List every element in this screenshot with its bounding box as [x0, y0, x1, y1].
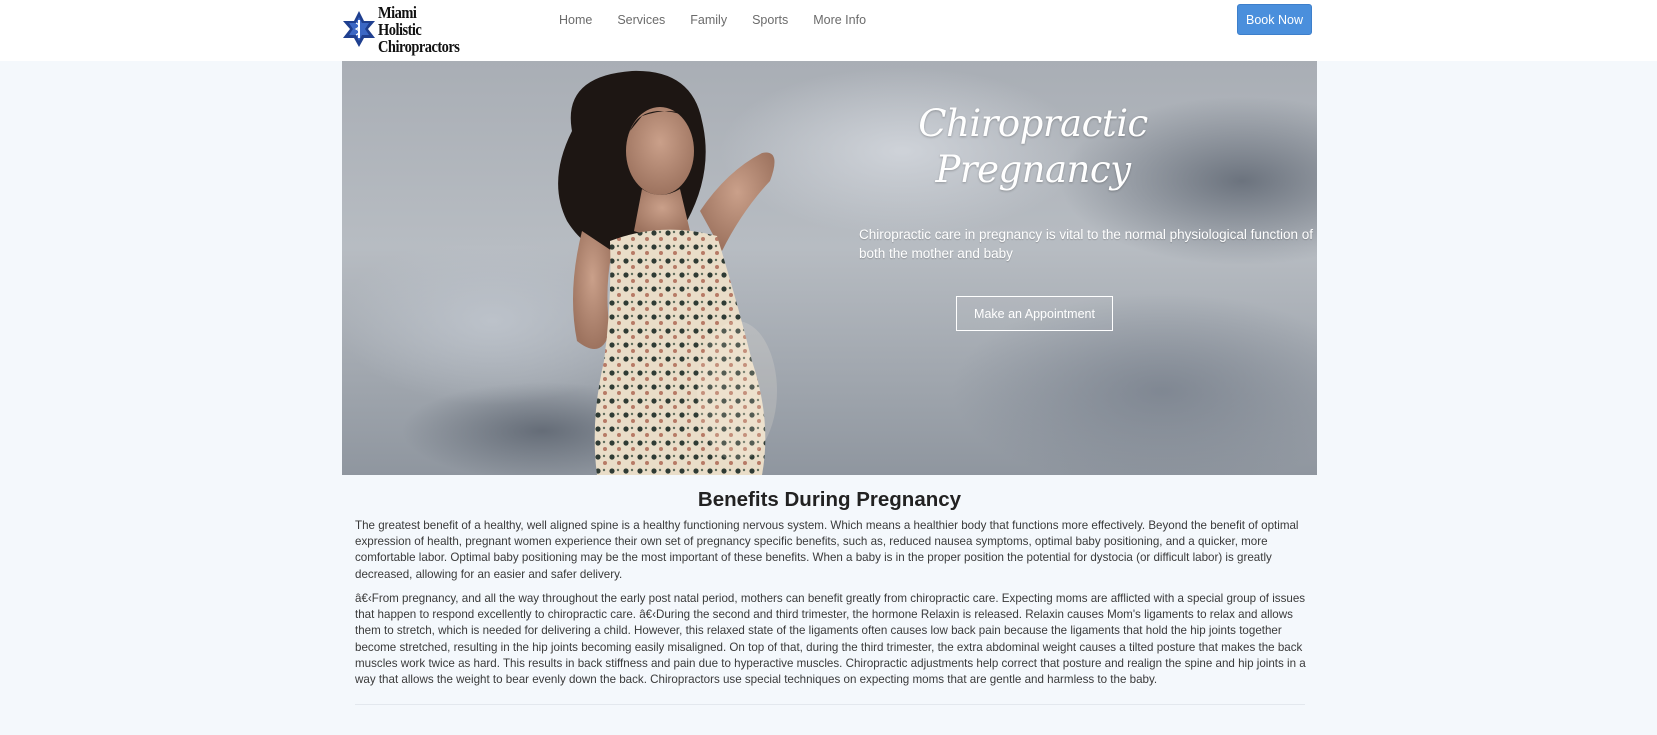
main-nav: Home Services Family Sports More Info	[559, 12, 891, 28]
hero-title-line-1: Chiropractic	[918, 102, 1148, 145]
logo-line-1: Miami Holistic	[378, 2, 422, 39]
star-of-life-icon	[343, 11, 375, 47]
nav-services[interactable]: Services	[617, 12, 665, 28]
logo-line-2: Chiropractors	[378, 36, 460, 56]
hero-title-line-2: Pregnancy	[935, 148, 1131, 191]
section-divider	[355, 704, 1305, 705]
site-logo[interactable]: Miami Holistic Chiropractors	[341, 4, 461, 55]
nav-home[interactable]: Home	[559, 12, 592, 28]
book-now-button[interactable]: Book Now	[1237, 4, 1312, 35]
make-appointment-button[interactable]: Make an Appointment	[956, 296, 1113, 331]
logo-text: Miami Holistic Chiropractors	[378, 2, 460, 56]
hero-photo-pregnant-woman	[558, 70, 777, 475]
benefits-paragraph-2: â€‹From pregnancy, and all the way throu…	[355, 592, 1306, 687]
section-heading: Benefits During Pregnancy	[697, 488, 962, 511]
hero-subtitle: Chiropractic care in pregnancy is vital …	[859, 227, 1313, 261]
nav-more-info[interactable]: More Info	[813, 12, 866, 28]
hero-title: Chiropractic Pregnancy	[918, 101, 1148, 193]
top-navbar: Miami Holistic Chiropractors Home Servic…	[0, 0, 1657, 61]
benefits-paragraph-1: The greatest benefit of a healthy, well …	[355, 519, 1299, 581]
hero-banner: Chiropractic Pregnancy Chiropractic care…	[342, 61, 1317, 475]
nav-sports[interactable]: Sports	[752, 12, 788, 28]
nav-family[interactable]: Family	[690, 12, 727, 28]
